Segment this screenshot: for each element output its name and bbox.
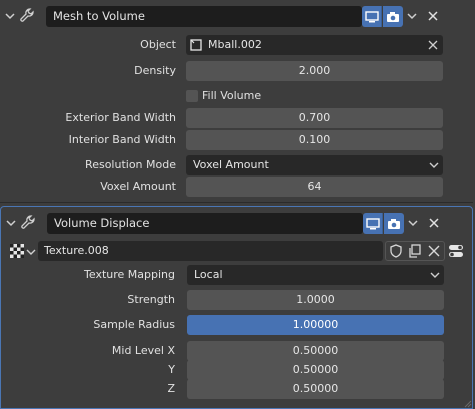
strength-field[interactable]: 1.0000 <box>187 290 444 310</box>
mid-level-z-field[interactable]: 0.50000 <box>187 379 444 399</box>
exterior-band-width-label: Exterior Band Width <box>65 111 176 124</box>
duplicate-icon[interactable] <box>408 244 422 258</box>
resolution-mode-label: Resolution Mode <box>85 158 176 171</box>
volume-displace-panel: Volume Displace Texture.008 Texture Mapp… <box>0 206 473 409</box>
voxel-amount-row: Voxel Amount 64 <box>0 177 473 197</box>
mid-level-x-row: Mid Level X 0.50000 <box>1 341 472 361</box>
modifier-header: Volume Displace <box>1 207 472 239</box>
voxel-amount-field[interactable]: 64 <box>186 177 443 197</box>
modifier-menu-dropdown-icon[interactable] <box>405 8 419 24</box>
modifier-header: Mesh to Volume <box>0 0 473 32</box>
density-field[interactable]: 2.000 <box>186 61 443 81</box>
fill-volume-label: Fill Volume <box>202 89 262 102</box>
modifier-name-field[interactable]: Volume Displace <box>47 213 363 234</box>
unlink-icon[interactable] <box>427 244 441 258</box>
mid-level-y-label: Y <box>168 363 175 376</box>
object-field[interactable]: Mball.002 <box>186 35 443 55</box>
texture-mapping-row: Texture Mapping Local <box>1 265 472 285</box>
object-value: Mball.002 <box>208 38 262 51</box>
modifier-name-field[interactable]: Mesh to Volume <box>46 6 362 27</box>
resolution-mode-select[interactable]: Voxel Amount <box>186 155 443 175</box>
exterior-band-width-row: Exterior Band Width 0.700 <box>0 108 473 128</box>
modifier-menu-dropdown-icon[interactable] <box>406 215 420 231</box>
chevron-down-icon <box>430 272 440 278</box>
wrench-icon <box>21 215 35 229</box>
mid-level-x-label: Mid Level X <box>111 344 175 357</box>
strength-row: Strength 1.0000 <box>1 290 472 310</box>
clear-object-icon[interactable] <box>428 40 438 50</box>
resize-handle-icon[interactable] <box>462 398 472 408</box>
monitor-icon <box>364 10 379 22</box>
close-icon[interactable] <box>425 7 441 25</box>
mid-level-y-field[interactable]: 0.50000 <box>187 360 444 380</box>
texture-mapping-value: Local <box>194 268 223 281</box>
fill-volume-row: Fill Volume <box>0 86 473 106</box>
density-label: Density <box>134 64 176 77</box>
sample-radius-label: Sample Radius <box>93 318 175 331</box>
chevron-down-icon[interactable] <box>26 247 36 257</box>
shield-icon[interactable] <box>389 244 403 258</box>
toggle-icon[interactable] <box>448 243 464 259</box>
interior-band-width-row: Interior Band Width 0.100 <box>0 130 473 150</box>
exterior-band-width-field[interactable]: 0.700 <box>186 108 443 128</box>
mid-level-y-row: Y 0.50000 <box>1 360 472 380</box>
interior-band-width-label: Interior Band Width <box>68 133 176 146</box>
wrench-icon <box>20 8 34 22</box>
camera-icon <box>388 218 400 229</box>
sample-radius-field[interactable]: 1.00000 <box>187 315 444 335</box>
mid-level-x-field[interactable]: 0.50000 <box>187 341 444 361</box>
density-row: Density 2.000 <box>0 61 473 81</box>
collapse-chevron-icon[interactable] <box>5 217 17 229</box>
resolution-mode-value: Voxel Amount <box>193 158 269 171</box>
voxel-amount-label: Voxel Amount <box>100 180 176 193</box>
mid-level-z-label: Z <box>167 382 175 395</box>
texture-mapping-label: Texture Mapping <box>84 268 175 281</box>
strength-label: Strength <box>127 293 175 306</box>
camera-icon <box>387 11 399 22</box>
object-row: Object Mball.002 <box>0 35 473 55</box>
close-icon[interactable] <box>426 214 442 232</box>
resolution-mode-row: Resolution Mode Voxel Amount <box>0 155 473 175</box>
texture-mapping-select[interactable]: Local <box>187 265 444 285</box>
show-in-render-toggle[interactable] <box>384 213 404 234</box>
chevron-down-icon <box>429 162 439 168</box>
texture-checker-icon[interactable] <box>10 244 24 258</box>
interior-band-width-field[interactable]: 0.100 <box>186 130 443 150</box>
texture-row: Texture.008 <box>1 240 472 262</box>
sample-radius-row: Sample Radius 1.00000 <box>1 315 472 335</box>
show-in-viewport-toggle[interactable] <box>362 6 382 27</box>
monitor-icon <box>365 217 380 229</box>
fill-volume-checkbox[interactable] <box>186 90 198 102</box>
show-in-viewport-toggle[interactable] <box>363 213 383 234</box>
mesh-to-volume-panel: Mesh to Volume Object Mball.002 Density … <box>0 0 473 203</box>
object-icon <box>190 39 202 51</box>
show-in-render-toggle[interactable] <box>383 6 403 27</box>
mid-level-z-row: Z 0.50000 <box>1 379 472 399</box>
collapse-chevron-icon[interactable] <box>4 10 16 22</box>
object-label: Object <box>140 38 176 51</box>
texture-buttons <box>385 241 445 261</box>
texture-name-field[interactable]: Texture.008 <box>38 241 383 261</box>
